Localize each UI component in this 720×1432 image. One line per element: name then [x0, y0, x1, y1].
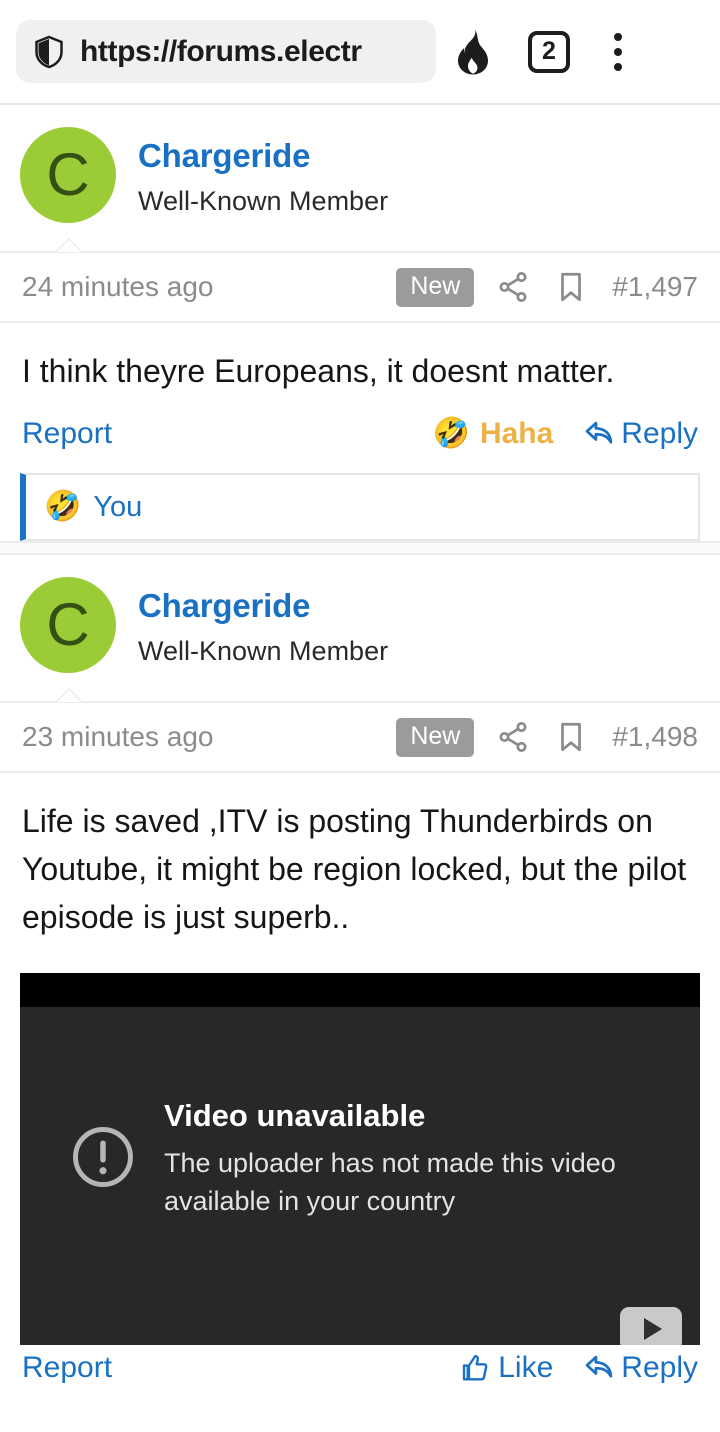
- video-unavailable-subtitle: The uploader has not made this video ava…: [164, 1148, 616, 1216]
- post-actions: Report Like Reply: [0, 1345, 720, 1387]
- reply-arrow-icon: [585, 1355, 613, 1378]
- play-triangle-icon: [644, 1318, 662, 1340]
- video-embed[interactable]: Video unavailable The uploader has not m…: [20, 973, 700, 1345]
- post-actions-right: 🤣 Haha Reply: [433, 417, 698, 451]
- reaction-haha-label: Haha: [479, 417, 554, 450]
- like-button[interactable]: Like: [458, 1351, 553, 1385]
- author-title: Well-Known Member: [138, 186, 389, 216]
- like-label: Like: [498, 1351, 554, 1384]
- post-timestamp[interactable]: 24 minutes ago: [22, 271, 396, 303]
- browser-toolbar: https://forums.electr 2: [0, 0, 720, 105]
- post-timestamp[interactable]: 23 minutes ago: [22, 721, 396, 753]
- post-1498: C Chargeride Well-Known Member 23 minute…: [0, 555, 720, 1387]
- post-number[interactable]: #1,498: [612, 721, 698, 753]
- post-meta-row: 24 minutes ago New #1,497: [0, 253, 720, 323]
- browser-window: https://forums.electr 2 C Chargeride Wel…: [0, 0, 720, 1432]
- youtube-play-icon[interactable]: [620, 1307, 682, 1345]
- post-header-divider: [0, 688, 720, 703]
- status-badge-new: New: [396, 267, 475, 307]
- reaction-haha-button[interactable]: 🤣 Haha: [433, 417, 554, 451]
- post-meta-row: 23 minutes ago New #1,498: [0, 703, 720, 773]
- bookmark-icon[interactable]: [554, 720, 588, 754]
- avatar[interactable]: C: [20, 577, 116, 673]
- video-unavailable-title: Video unavailable: [164, 1098, 426, 1133]
- author-block: Chargeride Well-Known Member: [138, 127, 388, 221]
- speech-notch-icon: [55, 688, 83, 702]
- browser-menu-button[interactable]: [588, 32, 648, 71]
- author-title: Well-Known Member: [138, 636, 389, 666]
- post-number[interactable]: #1,497: [612, 271, 698, 303]
- post-actions: Report 🤣 Haha Reply: [0, 401, 720, 463]
- video-top-bar: [20, 973, 700, 1007]
- avatar[interactable]: C: [20, 127, 116, 223]
- author-username[interactable]: Chargeride: [138, 585, 388, 627]
- thumbs-up-icon: [463, 1354, 488, 1381]
- url-text: https://forums.electr: [80, 34, 362, 68]
- post-header-divider: [0, 238, 720, 253]
- post-body: Life is saved ,ITV is posting Thunderbir…: [22, 803, 687, 935]
- rofl-emoji-icon: 🤣: [44, 490, 82, 523]
- speech-notch-icon: [55, 238, 83, 252]
- share-icon[interactable]: [496, 270, 530, 304]
- three-dot-menu-icon: [614, 32, 622, 71]
- share-icon[interactable]: [496, 720, 530, 754]
- reaction-who-label[interactable]: You: [93, 491, 142, 524]
- reaction-summary-bar[interactable]: 🤣 You: [20, 473, 700, 541]
- post-body: I think theyre Europeans, it doesnt matt…: [22, 353, 615, 389]
- brave-shields-button[interactable]: [436, 28, 510, 76]
- post-header: C Chargeride Well-Known Member: [0, 555, 720, 695]
- shield-icon: [35, 35, 63, 68]
- author-block: Chargeride Well-Known Member: [138, 577, 388, 671]
- tab-count: 2: [528, 30, 570, 73]
- reply-arrow-icon: [585, 421, 613, 444]
- url-bar[interactable]: https://forums.electr: [16, 20, 436, 83]
- reply-label: Reply: [621, 1351, 698, 1384]
- report-link[interactable]: Report: [22, 417, 112, 451]
- post-actions-right: Like Reply: [458, 1351, 698, 1385]
- flame-icon: [458, 29, 488, 74]
- status-badge-new: New: [396, 717, 475, 757]
- video-text-block: Video unavailable The uploader has not m…: [164, 1094, 634, 1220]
- post-separator: [0, 541, 720, 555]
- tab-switcher-button[interactable]: 2: [510, 30, 588, 73]
- reply-label: Reply: [621, 417, 698, 450]
- author-username[interactable]: Chargeride: [138, 135, 388, 177]
- post-1497: C Chargeride Well-Known Member 24 minute…: [0, 105, 720, 541]
- rofl-emoji-icon: 🤣: [432, 417, 470, 450]
- report-link[interactable]: Report: [22, 1351, 112, 1385]
- video-message: Video unavailable The uploader has not m…: [20, 1007, 700, 1307]
- circle-exclamation-icon: [73, 1127, 133, 1187]
- reply-button[interactable]: Reply: [583, 1351, 698, 1385]
- bookmark-icon[interactable]: [554, 270, 588, 304]
- reply-button[interactable]: Reply: [583, 417, 698, 451]
- post-header: C Chargeride Well-Known Member: [0, 105, 720, 245]
